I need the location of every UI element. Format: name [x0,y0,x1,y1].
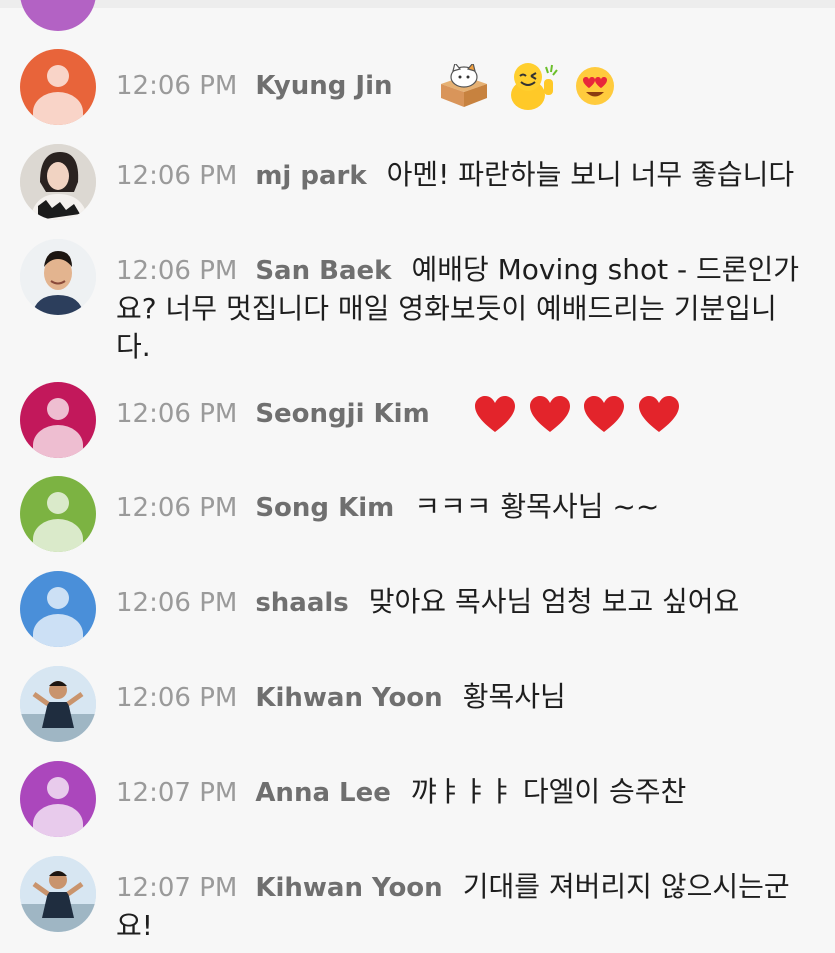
message-line: 12:06 PM mj park 아멘! 파란하늘 보니 너무 좋습니다 [116,156,825,195]
emoji-row [469,395,680,434]
avatar-shoulders-shape [33,804,83,837]
message-time: 12:06 PM [116,71,238,101]
author-name[interactable]: shaals [255,588,348,618]
avatar-head-shape [47,492,69,514]
previous-message-avatar [20,0,96,31]
message-line: 12:07 PM Kihwan Yoon 기대를 져버리지 않으시는군요! [116,868,821,945]
man-photo-avatar [20,239,96,315]
message-line: 12:07 PM Anna Lee 꺄ㅑㅑㅑ 다엘이 승주찬 [116,773,825,812]
red-heart-emoji [639,395,680,434]
avatar-head-shape [47,777,69,799]
author-name[interactable]: San Baek [255,256,391,286]
message-time: 12:07 PM [116,873,238,903]
avatar-shoulders-shape [33,519,83,552]
message-line: 12:06 PM Song Kim ㅋㅋㅋ 황목사님 ~~ [116,488,825,527]
author-name[interactable]: mj park [255,161,366,191]
avatar[interactable] [20,571,96,647]
message-line: 12:06 PM Seongji Kim [116,394,825,434]
yellow-thumbs-up-emoji [506,61,560,111]
avatar[interactable] [20,476,96,552]
message-text: ㅋㅋㅋ 황목사님 ~~ [414,490,660,523]
message-text: 황목사님 [462,680,566,713]
author-name[interactable]: Anna Lee [255,778,391,808]
message-text: 꺄ㅑㅑㅑ 다엘이 승주찬 [410,775,687,808]
avatar[interactable] [20,761,96,837]
author-name[interactable]: Kihwan Yoon [255,683,442,713]
man-outdoor-photo-avatar [20,666,96,742]
avatar[interactable] [20,666,96,742]
woman-photo-avatar [20,144,96,220]
message-time: 12:06 PM [116,256,238,286]
message-text: 맞아요 목사님 엄청 보고 싶어요 [368,585,740,618]
avatar-head-shape [47,65,69,87]
author-name[interactable]: Song Kim [255,493,394,523]
avatar-shoulders-shape [33,92,83,125]
message-time: 12:07 PM [116,778,238,808]
author-name[interactable]: Kyung Jin [255,71,392,101]
avatar[interactable] [20,856,96,932]
message-time: 12:06 PM [116,683,238,713]
red-heart-emoji [584,395,625,434]
avatar[interactable] [20,382,96,458]
avatar[interactable] [20,144,96,220]
author-name[interactable]: Kihwan Yoon [255,873,442,903]
avatar[interactable] [20,49,96,125]
message-line: 12:06 PM Kihwan Yoon 황목사님 [116,678,825,717]
avatar-head-shape [47,398,69,420]
top-divider [0,0,835,8]
message-time: 12:06 PM [116,161,238,191]
red-heart-emoji [529,395,570,434]
cat-in-box-emoji [437,64,491,108]
message-line: 12:06 PM shaals 맞아요 목사님 엄청 보고 싶어요 [116,583,825,622]
heart-eyes-emoji [575,66,615,106]
message-time: 12:06 PM [116,493,238,523]
man-outdoor-photo-avatar [20,856,96,932]
message-line: 12:06 PM Kyung Jin [116,61,825,111]
message-text: 아멘! 파란하늘 보니 너무 좋습니다 [386,158,795,191]
emoji-row [431,61,615,111]
red-heart-emoji [474,395,515,434]
avatar-shoulders-shape [33,425,83,458]
message-time: 12:06 PM [116,399,238,429]
message-time: 12:06 PM [116,588,238,618]
avatar[interactable] [20,239,96,315]
message-line: 12:06 PM San Baek 예배당 Moving shot - 드론인가요?… [116,251,809,366]
avatar-shoulders-shape [33,614,83,647]
author-name[interactable]: Seongji Kim [255,399,429,429]
avatar-head-shape [47,587,69,609]
